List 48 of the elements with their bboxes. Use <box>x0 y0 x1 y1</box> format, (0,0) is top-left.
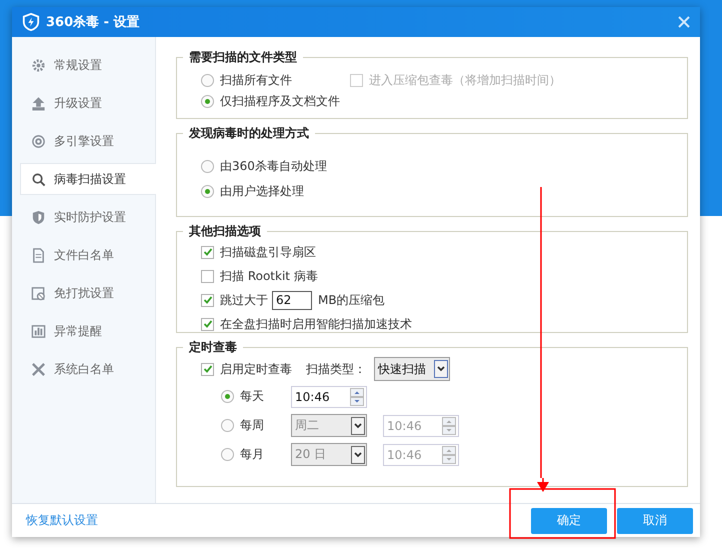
sidebar-item[interactable]: 常规设置 <box>20 49 155 81</box>
bar-chart-icon <box>31 324 46 338</box>
radio-option[interactable]: 仅扫描程序及文档文件 <box>201 93 340 110</box>
upload-icon <box>31 96 46 110</box>
sidebar-item[interactable]: 病毒扫描设置 <box>20 163 156 195</box>
sidebar-item[interactable]: 文件白名单 <box>20 239 155 271</box>
document-icon <box>31 248 46 262</box>
ring-icon <box>31 134 46 148</box>
checkbox-option[interactable]: 跳过大于 <box>201 292 268 308</box>
group-title: 定时查毒 <box>188 339 238 356</box>
spinner-arrows-icon <box>442 446 456 464</box>
checkmark-icon <box>202 319 212 329</box>
shield-logo-icon <box>22 13 40 31</box>
scan-type-label: 扫描类型： <box>306 360 366 378</box>
radio-option[interactable]: 每月 <box>221 446 291 463</box>
sidebar-item[interactable]: 系统白名单 <box>20 353 155 385</box>
radio-option[interactable]: 扫描所有文件 <box>201 72 292 89</box>
spinner-arrows-icon <box>350 388 364 406</box>
checkmark-icon <box>202 364 212 374</box>
checkbox-option[interactable]: 扫描 Rootkit 病毒 <box>201 268 318 284</box>
group-title: 发现病毒时的处理方式 <box>188 125 310 142</box>
gear-icon <box>31 58 46 72</box>
group-title: 需要扫描的文件类型 <box>188 49 298 66</box>
spinner-arrows-icon <box>442 416 456 434</box>
window-title: 360杀毒 - 设置 <box>46 14 140 31</box>
search-icon <box>31 172 46 186</box>
sidebar-item[interactable]: 异常提醒 <box>20 315 155 347</box>
scan-type-dropdown[interactable]: 快速扫描 <box>374 357 450 381</box>
checkmark-icon <box>202 247 212 257</box>
radio-option[interactable]: 由360杀毒自动处理 <box>201 158 327 175</box>
checkbox-option[interactable]: 在全盘扫描时启用智能扫描加速技术 <box>201 316 412 332</box>
shield-icon <box>31 210 46 224</box>
checkbox-option[interactable]: 扫描磁盘引导扇区 <box>201 244 316 260</box>
radio-option[interactable]: 每天 <box>221 388 291 405</box>
group-title: 其他扫描选项 <box>188 223 262 240</box>
checkmark-icon <box>202 295 212 305</box>
sidebar-item[interactable]: 升级设置 <box>20 87 155 119</box>
time-spinner[interactable]: 10:46 <box>291 386 367 408</box>
close-icon[interactable] <box>678 16 690 28</box>
unit-label: MB的压缩包 <box>318 292 385 308</box>
sidebar-item[interactable]: 多引擎设置 <box>20 125 155 157</box>
restore-defaults-link[interactable]: 恢复默认设置 <box>26 512 98 529</box>
checkbox-option[interactable]: 启用定时查毒 <box>201 360 292 378</box>
radio-option[interactable]: 由用户选择处理 <box>201 183 304 200</box>
size-input-field[interactable]: 62 <box>272 290 312 310</box>
sidebar-item[interactable]: 实时防护设置 <box>20 201 155 233</box>
radio-option[interactable]: 每周 <box>221 417 291 434</box>
sidebar-item[interactable]: 免打扰设置 <box>20 277 155 309</box>
